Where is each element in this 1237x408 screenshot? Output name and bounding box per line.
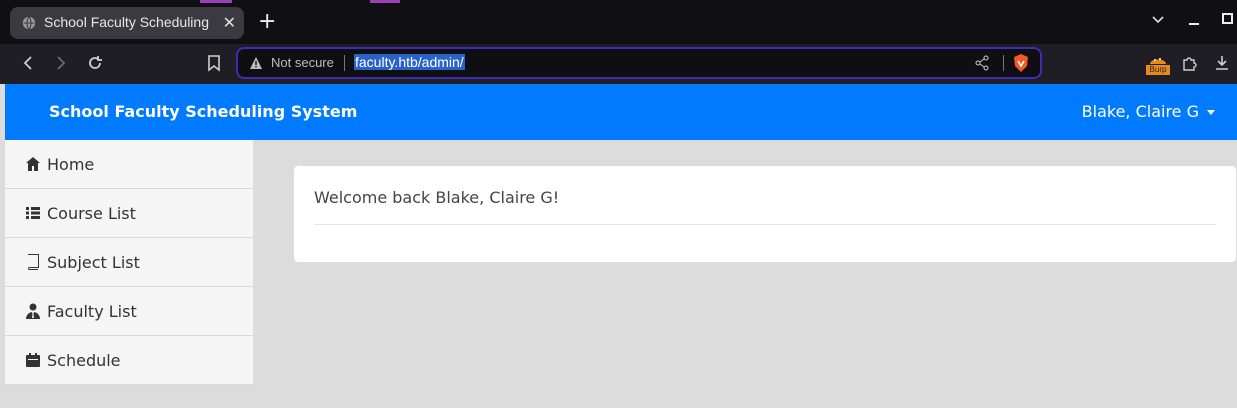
tab-accent-line (370, 0, 400, 3)
book-icon (28, 254, 39, 270)
reload-icon[interactable] (85, 53, 105, 73)
sidebar-item-label: Course List (47, 203, 136, 223)
brave-shield-icon[interactable] (1012, 53, 1030, 73)
sidebar-item-label: Faculty List (47, 301, 137, 321)
tab-accent-line (200, 0, 232, 3)
warning-icon (250, 57, 262, 69)
download-icon[interactable] (1214, 54, 1230, 72)
close-icon[interactable]: ✕ (223, 13, 236, 32)
minimize-icon[interactable] (1188, 12, 1200, 26)
user-name: Blake, Claire G (1081, 102, 1199, 121)
sidebar: Home Course List Subject List Faculty Li… (5, 140, 253, 385)
globe-icon (22, 16, 36, 30)
chevron-down-icon[interactable] (1151, 12, 1165, 26)
caret-down-icon (1207, 110, 1215, 115)
welcome-card: Welcome back Blake, Claire G! (294, 166, 1236, 262)
browser-tab-strip: School Faculty Scheduling ✕ + (0, 0, 1237, 44)
maximize-icon[interactable] (1222, 12, 1234, 26)
bookmark-icon[interactable] (204, 53, 224, 73)
user-tie-icon (26, 303, 40, 319)
url-text[interactable]: faculty.htb/admin/ (354, 54, 465, 70)
burp-extension[interactable]: Burp (1146, 54, 1170, 76)
sidebar-item-label: Home (47, 154, 95, 174)
top-navbar: School Faculty Scheduling System Blake, … (5, 84, 1237, 140)
security-label[interactable]: Not secure (271, 55, 334, 70)
sidebar-item-faculty-list[interactable]: Faculty List (5, 287, 253, 336)
browser-toolbar: Not secure faculty.htb/admin/ Burp (0, 44, 1237, 84)
sidebar-item-label: Schedule (47, 350, 121, 370)
welcome-message: Welcome back Blake, Claire G! (314, 188, 560, 207)
new-tab-button[interactable]: + (258, 10, 276, 34)
puzzle-icon[interactable] (1181, 54, 1199, 72)
divider (344, 55, 345, 71)
home-icon (26, 157, 40, 171)
back-icon[interactable] (18, 53, 38, 73)
user-menu[interactable]: Blake, Claire G (1082, 102, 1215, 121)
calendar-icon (26, 353, 40, 367)
forward-icon[interactable] (51, 53, 71, 73)
browser-tab[interactable]: School Faculty Scheduling ✕ (10, 7, 244, 39)
address-bar[interactable]: Not secure faculty.htb/admin/ (236, 47, 1042, 79)
divider (1003, 55, 1004, 71)
divider (314, 224, 1216, 225)
sidebar-item-course-list[interactable]: Course List (5, 189, 253, 238)
share-icon[interactable] (974, 55, 990, 71)
tab-title: School Faculty Scheduling (44, 14, 209, 30)
brand-title[interactable]: School Faculty Scheduling System (49, 102, 357, 121)
sidebar-item-subject-list[interactable]: Subject List (5, 238, 253, 287)
sidebar-item-schedule[interactable]: Schedule (5, 336, 253, 385)
sidebar-item-label: Subject List (47, 252, 140, 272)
burp-label: Burp (1146, 65, 1170, 75)
list-icon (26, 207, 40, 219)
sidebar-item-home[interactable]: Home (5, 140, 253, 189)
